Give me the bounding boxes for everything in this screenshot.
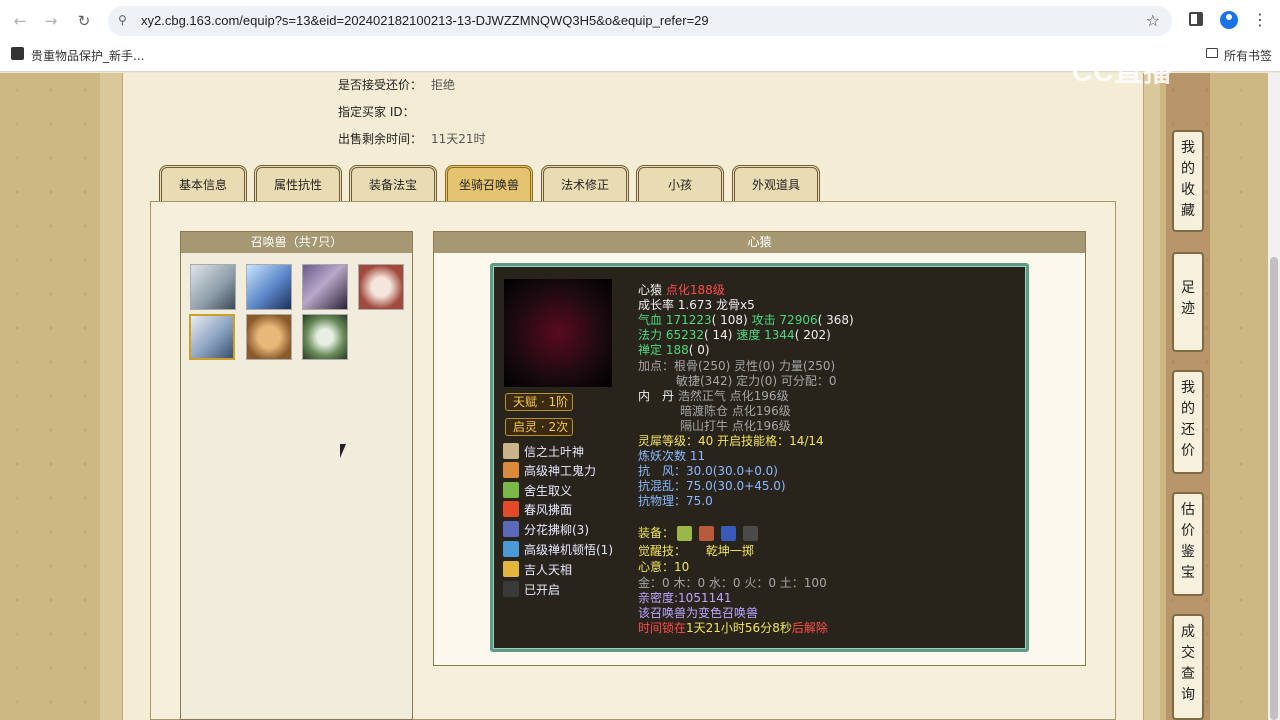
tab-children[interactable]: 小孩 bbox=[636, 165, 724, 201]
gear-label: 装备： bbox=[638, 526, 675, 540]
lianyao-line: 炼妖次数 11 bbox=[638, 449, 706, 463]
hp-atk-line: 气血 171223( 108) 攻击 72906( 368) bbox=[638, 313, 854, 327]
pet-thumb-1[interactable] bbox=[190, 264, 236, 310]
growth-line: 成长率 1.673 龙骨x5 bbox=[638, 298, 755, 312]
mp-spd-line: 法力 65232( 14) 速度 1344( 202) bbox=[638, 328, 831, 342]
pet-detail-title: 心猿 bbox=[434, 232, 1085, 253]
side-panel-icon[interactable] bbox=[1189, 12, 1203, 26]
info-value-remaining-time: 11天21时 bbox=[431, 132, 486, 146]
skill-icon bbox=[503, 501, 519, 517]
skill-icon bbox=[503, 482, 519, 498]
address-bar[interactable]: ⚲ xy2.cbg.163.com/equip?s=13&eid=2024021… bbox=[108, 6, 1172, 36]
resist-physical-line: 抗物理：75.0 bbox=[638, 494, 713, 508]
scrollbar-thumb[interactable] bbox=[1270, 257, 1278, 720]
tab-appearance[interactable]: 外观道具 bbox=[732, 165, 820, 201]
skill-icon bbox=[503, 561, 519, 577]
skill-icon bbox=[503, 581, 519, 597]
info-label-counteroffer: 是否接受还价： bbox=[338, 78, 423, 92]
pet-thumb-7[interactable] bbox=[302, 314, 348, 360]
pet-thumb-4[interactable] bbox=[358, 264, 404, 310]
xinyi-line: 心意：10 bbox=[638, 560, 690, 574]
tab-attributes[interactable]: 属性抗性 bbox=[254, 165, 342, 201]
resist-confusion-line: 抗混乱：75.0(30.0+45.0) bbox=[638, 479, 786, 493]
awaken-line: 觉醒技： 乾坤一掷 bbox=[638, 544, 754, 558]
neidan-line-3: 隔山打牛 点化196级 bbox=[680, 419, 791, 433]
gear-icon[interactable] bbox=[699, 526, 714, 541]
tab-mounts-pets[interactable]: 坐骑召唤兽 bbox=[445, 165, 533, 201]
info-label-remaining-time: 出售剩余时间： bbox=[338, 132, 423, 146]
tab-basic-info[interactable]: 基本信息 bbox=[159, 165, 247, 201]
profile-avatar-icon[interactable] bbox=[1220, 11, 1238, 29]
stream-watermark: CC直播 bbox=[1072, 56, 1173, 87]
bookmark-item[interactable]: 贵重物品保护_新手... bbox=[31, 47, 144, 64]
rail-my-offers[interactable]: 我的还价 bbox=[1172, 370, 1204, 474]
pet-thumb-6[interactable] bbox=[246, 314, 292, 360]
bookmark-favicon-icon bbox=[11, 47, 24, 60]
forward-arrow-icon[interactable]: → bbox=[40, 10, 62, 32]
reload-icon[interactable]: ↻ bbox=[73, 10, 95, 32]
pet-thumb-3[interactable] bbox=[302, 264, 348, 310]
browser-menu-icon[interactable]: ⋮ bbox=[1252, 10, 1268, 29]
skill-icon bbox=[503, 541, 519, 557]
rail-transactions[interactable]: 成交查询 bbox=[1172, 614, 1204, 720]
qiling-badge: 启灵 · 2次 bbox=[505, 418, 573, 436]
tab-spell-mods[interactable]: 法术修正 bbox=[541, 165, 629, 201]
pet-thumb-5-selected[interactable] bbox=[189, 314, 235, 360]
resist-wind-line: 抗 风：30.0(30.0+0.0) bbox=[638, 464, 778, 478]
neidan-line-2: 暗渡陈仓 点化196级 bbox=[680, 404, 791, 418]
mouse-cursor-icon bbox=[340, 444, 346, 458]
talent-badge: 天赋 · 1阶 bbox=[505, 393, 573, 411]
site-info-icon[interactable]: ⚲ bbox=[118, 13, 127, 27]
lingxi-line: 灵犀等级：40 开启技能格：14/14 bbox=[638, 434, 824, 448]
gear-icon[interactable] bbox=[677, 526, 692, 541]
elements-line: 金：0 木：0 水：0 火：0 土：100 bbox=[638, 576, 827, 590]
pet-name-line: 心猿 点化188级 bbox=[638, 283, 725, 297]
intimacy-line: 亲密度:1051141 bbox=[638, 591, 732, 605]
bookmark-star-icon[interactable]: ☆ bbox=[1146, 11, 1160, 30]
points-line-2: 敏捷(342) 定力(0) 可分配：0 bbox=[676, 374, 837, 388]
points-line-1: 加点：根骨(250) 灵性(0) 力量(250) bbox=[638, 359, 836, 373]
url-text[interactable]: xy2.cbg.163.com/equip?s=13&eid=202402182… bbox=[141, 13, 709, 28]
gear-icon[interactable] bbox=[743, 526, 758, 541]
folder-icon bbox=[1206, 48, 1218, 58]
info-value-counteroffer: 拒绝 bbox=[431, 78, 456, 92]
neidan-line-1: 内 丹 浩然正气 点化196级 bbox=[638, 389, 789, 403]
gear-icon[interactable] bbox=[721, 526, 736, 541]
back-arrow-icon[interactable]: ← bbox=[9, 10, 31, 32]
skill-icon bbox=[503, 443, 519, 459]
rail-favorites[interactable]: 我的收藏 bbox=[1172, 130, 1204, 232]
skill-icon bbox=[503, 521, 519, 537]
zen-line: 禅定 188( 0) bbox=[638, 343, 710, 357]
tab-equipment[interactable]: 装备法宝 bbox=[349, 165, 437, 201]
all-bookmarks-link[interactable]: 所有书签 bbox=[1224, 47, 1272, 64]
time-lock-line: 时间锁在1天21小时56分8秒后解除 bbox=[638, 621, 828, 635]
pet-list-title: 召唤兽（共7只） bbox=[181, 232, 412, 253]
rail-appraisal[interactable]: 估价鉴宝 bbox=[1172, 492, 1204, 596]
rail-history[interactable]: 足迹 bbox=[1172, 252, 1204, 352]
pet-thumb-2[interactable] bbox=[246, 264, 292, 310]
info-label-buyer-id: 指定买家 ID： bbox=[338, 105, 415, 119]
color-variant-note: 该召唤兽为变色召唤兽 bbox=[638, 606, 759, 620]
skill-icon bbox=[503, 462, 519, 478]
pet-portrait-image bbox=[504, 279, 612, 387]
